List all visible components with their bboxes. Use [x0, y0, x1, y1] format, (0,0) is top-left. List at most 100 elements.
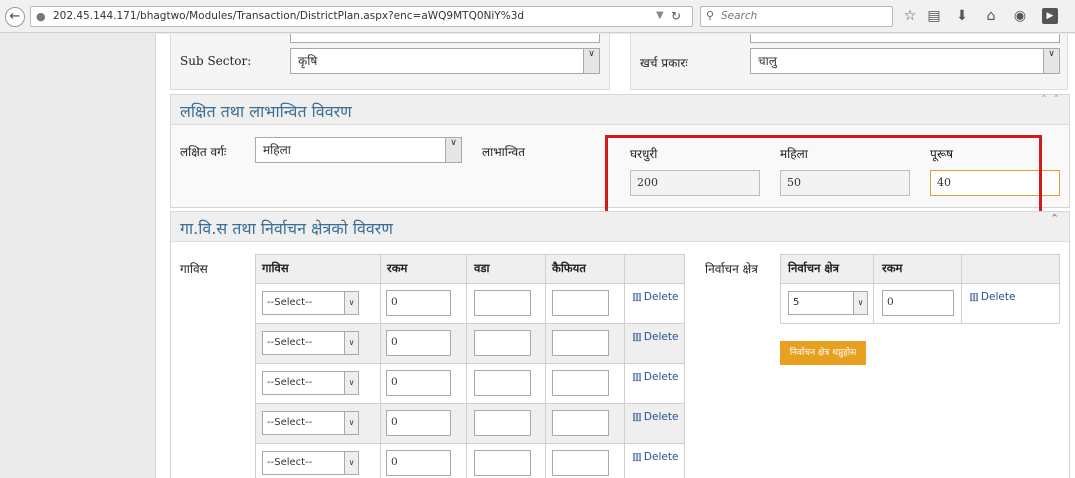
- vdc-select-value: --Select--: [267, 297, 313, 308]
- expense-type-label: खर्च प्रकारः: [640, 56, 688, 70]
- vdc-select-value: --Select--: [267, 337, 313, 348]
- column-divider: [961, 254, 962, 324]
- chevron-down-icon: ∨: [344, 372, 358, 394]
- vdc-table-header: [255, 254, 685, 284]
- amount-input[interactable]: 0: [386, 410, 451, 436]
- amount-input[interactable]: 0: [386, 290, 451, 316]
- delete-label: Delete: [643, 411, 679, 423]
- delete-label: Delete: [980, 291, 1016, 303]
- ward-input[interactable]: [474, 410, 531, 436]
- column-divider: [545, 254, 546, 478]
- vdc-col-header: गाविस: [262, 261, 289, 275]
- trash-icon: ▥: [632, 331, 642, 343]
- vdc-label: गाविस: [180, 262, 208, 276]
- reading-list-icon[interactable]: ▤: [926, 8, 942, 24]
- delete-link[interactable]: ▥ Delete: [632, 451, 678, 463]
- remarks-input[interactable]: [552, 370, 609, 396]
- highlight-box: [605, 135, 1042, 217]
- search-bar[interactable]: ⚲ Search: [700, 6, 893, 27]
- url-bar[interactable]: ● 202.45.144.171/bhagtwo/Modules/Transac…: [30, 6, 693, 27]
- constituency-select[interactable]: 5 ∨: [788, 291, 868, 315]
- delete-link[interactable]: ▥ Delete: [969, 291, 1015, 303]
- chevron-down-icon: ∨: [344, 332, 358, 354]
- vdc-select[interactable]: --Select-- ∨: [262, 451, 359, 475]
- amount-input[interactable]: 0: [386, 330, 451, 356]
- add-constituency-button[interactable]: निर्वाचन क्षेत्र थप्नुहोस: [780, 341, 866, 365]
- trash-icon: ▥: [632, 411, 642, 423]
- ward-col-header: वडा: [474, 261, 490, 275]
- reload-icon[interactable]: ↻: [671, 9, 681, 23]
- delete-link[interactable]: ▥ Delete: [632, 291, 678, 303]
- vdc-select-value: --Select--: [267, 417, 313, 428]
- trash-icon: ▥: [632, 371, 642, 383]
- vdc-select-value: --Select--: [267, 377, 313, 388]
- constituency-amount-input[interactable]: 0: [882, 290, 954, 316]
- column-divider: [873, 254, 874, 324]
- ward-input[interactable]: [474, 330, 531, 356]
- chevron-down-icon: ∨: [445, 138, 461, 162]
- remarks-input[interactable]: [552, 410, 609, 436]
- youtube-icon[interactable]: ▶: [1042, 8, 1058, 24]
- delete-label: Delete: [643, 291, 679, 303]
- ward-input[interactable]: [474, 370, 531, 396]
- expense-type-select[interactable]: चालु ∨: [750, 48, 1060, 74]
- scrolled-select-above-right[interactable]: [750, 34, 1060, 43]
- sub-sector-select[interactable]: कृषि ∨: [290, 48, 600, 74]
- chevron-down-icon: ∨: [1043, 49, 1059, 73]
- collapse-icon[interactable]: ⌃: [1052, 94, 1060, 105]
- vdc-select[interactable]: --Select-- ∨: [262, 291, 359, 315]
- scrolled-select-above[interactable]: [290, 34, 600, 43]
- chevron-down-icon: ∨: [853, 292, 867, 314]
- sub-sector-label: Sub Sector:: [180, 54, 252, 68]
- ward-input[interactable]: [474, 450, 531, 476]
- constituency-select-value: 5: [793, 297, 800, 308]
- ward-input[interactable]: [474, 290, 531, 316]
- delete-link[interactable]: ▥ Delete: [632, 411, 678, 423]
- chat-icon[interactable]: ◉: [1012, 8, 1028, 24]
- vdc-select[interactable]: --Select-- ∨: [262, 331, 359, 355]
- back-icon[interactable]: ←: [5, 7, 25, 27]
- url-text: 202.45.144.171/bhagtwo/Modules/Transacti…: [53, 10, 525, 22]
- column-divider: [466, 254, 467, 478]
- search-placeholder: Search: [721, 10, 758, 22]
- chevron-down-icon: ∨: [344, 292, 358, 314]
- vdc-section-title: गा.वि.स तथा निर्वाचन क्षेत्रको विवरण: [180, 219, 393, 238]
- delete-link[interactable]: ▥ Delete: [632, 331, 678, 343]
- chevron-down-icon: ∨: [344, 452, 358, 474]
- star-icon[interactable]: ☆: [902, 8, 918, 24]
- expense-type-value: चालु: [758, 54, 777, 68]
- trash-icon: ▥: [969, 291, 979, 303]
- amount-input[interactable]: 0: [386, 450, 451, 476]
- page-left-margin: [0, 34, 155, 478]
- column-divider: [380, 254, 381, 478]
- column-divider: [624, 254, 625, 478]
- constituency-col-header: निर्वाचन क्षेत्र: [788, 261, 840, 275]
- remarks-input[interactable]: [552, 290, 609, 316]
- trash-icon: ▥: [632, 291, 642, 303]
- target-group-value: महिला: [263, 143, 291, 157]
- remarks-input[interactable]: [552, 330, 609, 356]
- constituency-label: निर्वाचन क्षेत्र: [705, 262, 758, 276]
- remarks-input[interactable]: [552, 450, 609, 476]
- remarks-col-header: कैफियत: [552, 261, 586, 275]
- sub-sector-value: कृषि: [298, 54, 318, 68]
- beneficiary-label: लाभान्वित: [482, 145, 525, 159]
- download-icon[interactable]: ⬇: [954, 8, 970, 24]
- targeted-section-title: लक्षित तथा लाभान्वित विवरण: [180, 102, 352, 121]
- collapse-icon[interactable]: ⌃: [1040, 94, 1048, 105]
- delete-label: Delete: [643, 371, 679, 383]
- delete-link[interactable]: ▥ Delete: [632, 371, 678, 383]
- target-group-select[interactable]: महिला ∨: [255, 137, 462, 163]
- vdc-select[interactable]: --Select-- ∨: [262, 411, 359, 435]
- target-group-label: लक्षित वर्गः: [180, 145, 227, 159]
- amount-input[interactable]: 0: [386, 370, 451, 396]
- home-icon[interactable]: ⌂: [983, 8, 999, 24]
- chevron-down-icon: ∨: [583, 49, 599, 73]
- vdc-select-value: --Select--: [267, 457, 313, 468]
- vdc-select[interactable]: --Select-- ∨: [262, 371, 359, 395]
- dropdown-icon[interactable]: ▼: [656, 10, 664, 21]
- amount-col-header: रकम: [387, 261, 408, 275]
- chevron-down-icon: ∨: [344, 412, 358, 434]
- collapse-icon[interactable]: ⌃: [1050, 212, 1059, 225]
- constituency-amount-col-header: रकम: [882, 261, 903, 275]
